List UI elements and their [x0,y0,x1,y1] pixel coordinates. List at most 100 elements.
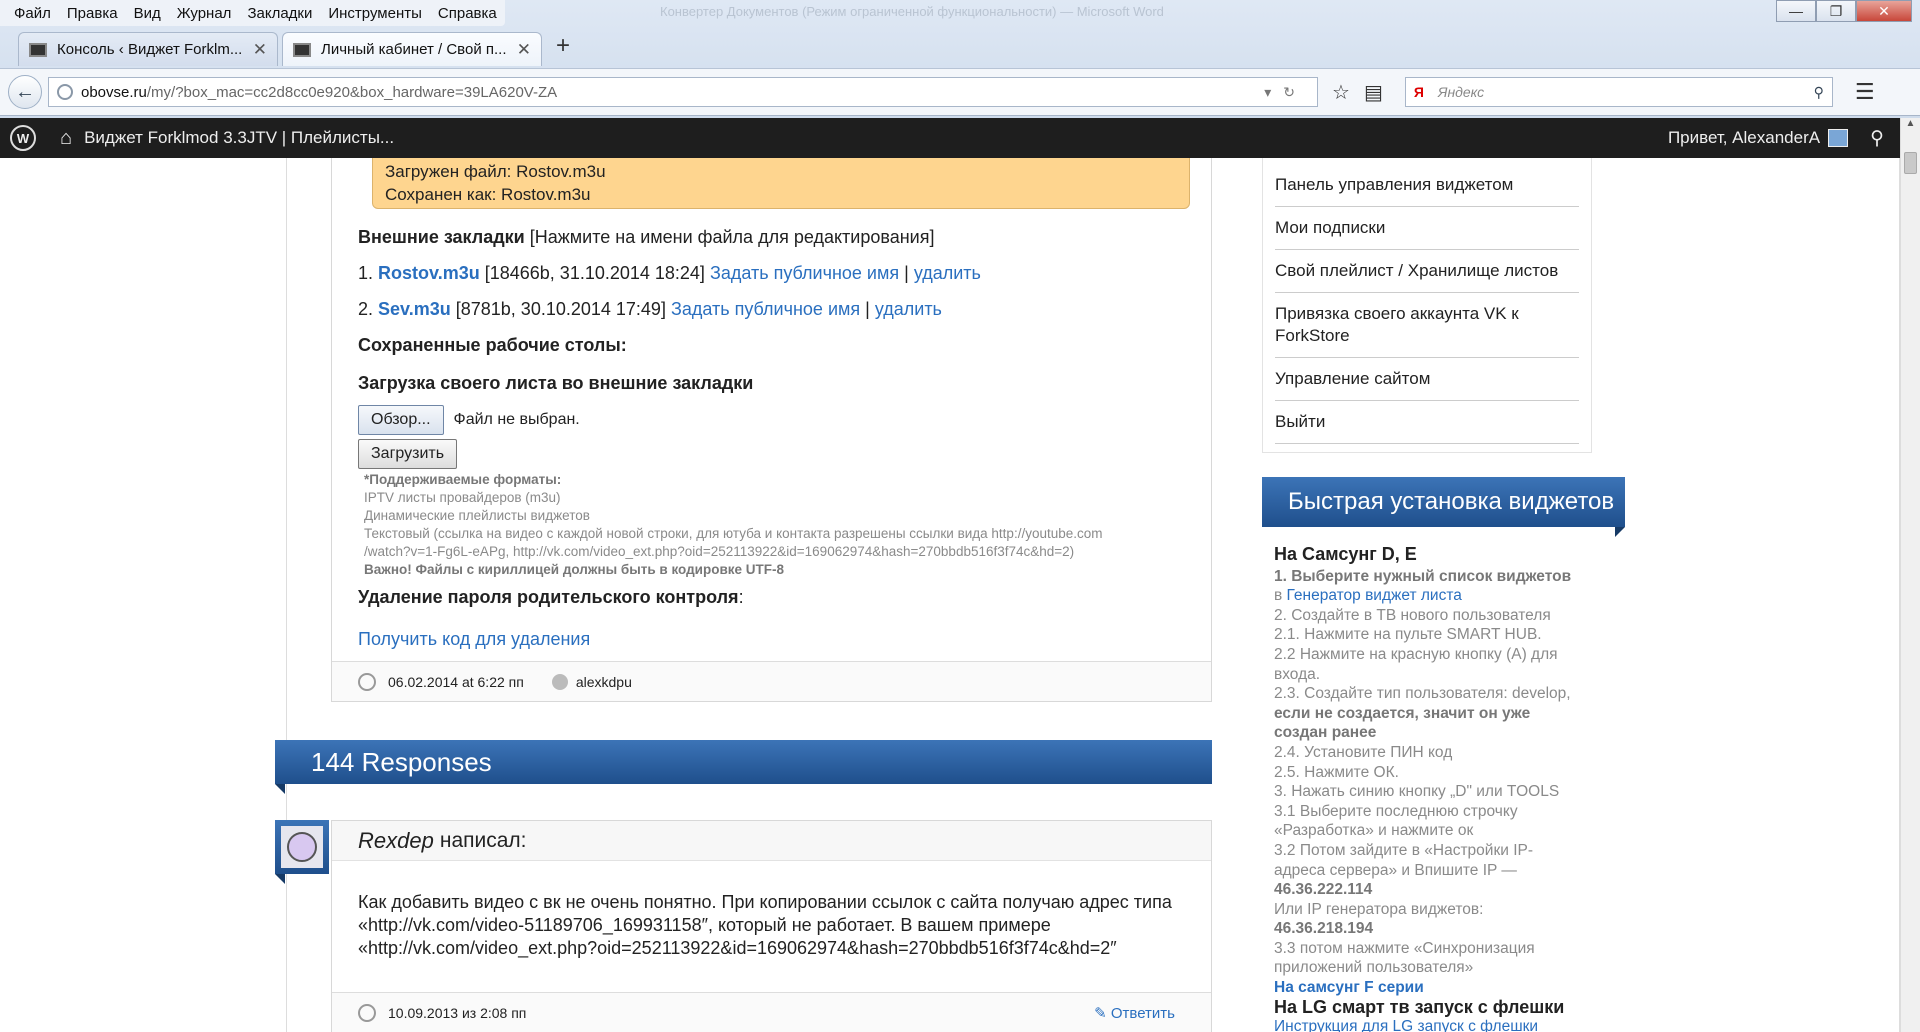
yandex-icon[interactable]: Я [1414,84,1424,100]
samsung-f-link[interactable]: На самсунг F серии [1274,978,1580,998]
sidebar: Панель управления виджетом Мои подписки … [1262,158,1625,1032]
lg-title: На LG смарт тв запуск с флешки [1274,996,1565,1017]
tab-close-icon[interactable]: ✕ [517,40,531,60]
get-code-link[interactable]: Получить код для удаления [358,627,1198,651]
sidebar-item-playlist[interactable]: Свой плейлист / Хранилище листов [1275,250,1579,293]
menu-view[interactable]: Вид [126,5,169,22]
file-link-rostov[interactable]: Rostov.m3u [378,263,480,283]
menu-history[interactable]: Журнал [169,5,240,22]
sidebar-item-widget-panel[interactable]: Панель управления виджетом [1275,164,1579,207]
menu-bookmarks[interactable]: Закладки [239,5,320,22]
menu-tools[interactable]: Инструменты [320,5,430,22]
install-step: 2.4. Установите ПИН код [1274,743,1453,761]
back-button[interactable]: ← [8,75,42,109]
format-item: /watch?v=1-Fg6L-eAPg, http://vk.com/vide… [364,544,1075,559]
samsung-de-title: На Самсунг D, E [1274,544,1417,564]
sidebar-item-logout[interactable]: Выйти [1275,401,1579,444]
sidebar-item-site-admin[interactable]: Управление сайтом [1275,358,1579,401]
search-icon[interactable]: ⚲ [1814,84,1824,101]
file-link-sev[interactable]: Sev.m3u [378,299,451,319]
minimize-button[interactable]: — [1776,0,1816,22]
sidebar-menu: Панель управления виджетом Мои подписки … [1262,158,1592,453]
clock-icon [358,1003,376,1022]
tab-label: Консоль ‹ Виджет Forklm... [57,41,243,58]
sidebar-item-vk-binding[interactable]: Привязка своего аккаунта VK к ForkStore [1275,293,1579,358]
quick-install-title: Быстрая установка виджетов [1288,488,1615,515]
install-step: 2.1. Нажмите на пульте SMART HUB. [1274,626,1542,644]
window-title: Конвертер Документов (Режим ограниченной… [660,4,1164,19]
avatar-face-icon [287,832,317,862]
search-bar[interactable]: Я Яндекс ⚲ [1404,77,1833,107]
tab-console[interactable]: Консоль ‹ Виджет Forklm... ✕ [18,32,278,66]
lg-instruction-link[interactable]: Инструкция для LG запуск с флешки [1274,1017,1580,1032]
formats-warning: Важно! Файлы с кириллицей должны быть в … [364,562,785,577]
tab-cabinet[interactable]: Личный кабинет / Свой п... ✕ [282,32,542,66]
set-public-name-link[interactable]: Задать публичное имя [671,299,860,319]
comment-author[interactable]: Rexdep [358,828,434,854]
scroll-up-icon[interactable]: ▲ [1901,118,1920,136]
new-tab-icon[interactable]: + [546,32,580,66]
upload-button[interactable]: Загрузить [358,439,458,469]
search-icon[interactable]: ⚲ [1870,127,1884,150]
close-window-button[interactable]: ✕ [1856,0,1912,22]
page-scrollbar[interactable]: ▲ [1900,118,1920,1032]
step-text: в [1274,587,1283,605]
wordpress-logo-icon[interactable]: W [10,125,36,151]
install-step: 2.2 Нажмите на красную кнопку (А) для вх… [1274,645,1558,683]
row-num: 2. [358,299,374,319]
scroll-thumb[interactable] [1904,152,1917,174]
tab-strip: Консоль ‹ Виджет Forklm... ✕ Личный каби… [0,30,580,66]
globe-icon [57,84,73,100]
user-avatar[interactable] [1828,129,1849,147]
post-meta: 06.02.2014 at 6:22 пп alexkdpu [332,661,1211,701]
hamburger-menu-icon[interactable]: ☰ [1855,79,1875,105]
browser-chrome: Файл Правка Вид Журнал Закладки Инструме… [0,0,1920,118]
url-dropdown-reload-icons[interactable]: ▾↻ [1264,84,1317,101]
delete-link[interactable]: удалить [914,263,981,283]
star-icon[interactable]: ☆ [1332,80,1350,105]
wordpress-admin-bar: W ⌂ Виджет Forklmod 3.3JTV | Плейлисты..… [0,118,1900,158]
sidebar-item-subscriptions[interactable]: Мои подписки [1275,207,1579,250]
back-arrow-icon: ← [15,80,35,103]
bookmarks-list-icon[interactable]: ▤ [1364,80,1383,105]
menu-edit[interactable]: Правка [59,5,126,22]
search-input[interactable]: Яндекс [1438,84,1484,100]
parental-heading: Удаление пароля родительского контроля: [358,585,1198,609]
film-icon [293,42,311,57]
menu-help[interactable]: Справка [430,5,505,22]
generator-link[interactable]: Генератор виджет листа [1287,587,1462,604]
tab-close-icon[interactable]: ✕ [253,40,267,60]
formats-title: *Поддерживаемые форматы: [364,472,562,487]
set-public-name-link[interactable]: Задать публичное имя [710,263,899,283]
minimize-icon: — [1789,3,1803,19]
post-date: 06.02.2014 at 6:22 пп [388,673,524,690]
delete-link[interactable]: удалить [875,299,942,319]
menu-file[interactable]: Файл [6,5,59,22]
ribbon-fold [275,784,285,794]
pencil-icon: ✎ [1094,1004,1107,1022]
film-icon [29,42,47,57]
site-name-link[interactable]: Виджет Forklmod 3.3JTV | Плейлисты... [84,128,394,148]
browse-button[interactable]: Обзор... [358,405,444,435]
page-content: Загружен файл: Rostov.m3u Сохранен как: … [0,158,1900,1032]
upload-heading: Загрузка своего листа во внешние закладк… [358,373,754,393]
install-step: 3.3 потом нажмите «Синхронизация приложе… [1274,939,1535,977]
url-bar[interactable]: obovse.ru /my/?box_mac=cc2d8cc0e920&box_… [48,77,1318,107]
home-icon[interactable]: ⌂ [60,127,72,150]
user-greeting[interactable]: Привет, AlexanderA [1668,128,1820,148]
url-path: /my/?box_mac=cc2d8cc0e920&box_hardware=3… [146,83,558,101]
tab-label: Личный кабинет / Свой п... [321,41,507,58]
responses-ribbon: 144 Responses [275,740,1212,794]
install-step: 3. Нажать синию кнопку „D" или TOOLS [1274,783,1560,801]
post-author[interactable]: alexkdpu [576,674,632,690]
maximize-button[interactable]: ❐ [1816,0,1856,22]
format-item: IPTV листы провайдеров (m3u) [364,490,561,505]
window-controls: — ❐ ✕ [1776,0,1912,22]
content-divider [1899,158,1900,1032]
reply-link[interactable]: ✎ Ответить [1094,1004,1175,1022]
parental-colon: : [738,587,744,607]
install-step: 1. Выберите нужный список виджетов [1274,567,1572,585]
generator-ip: 46.36.218.194 [1274,920,1374,938]
supported-formats: *Поддерживаемые форматы: IPTV листы пров… [358,471,1198,579]
comment-meta: 10.09.2013 из 2:08 пп ✎ Ответить [332,992,1211,1032]
